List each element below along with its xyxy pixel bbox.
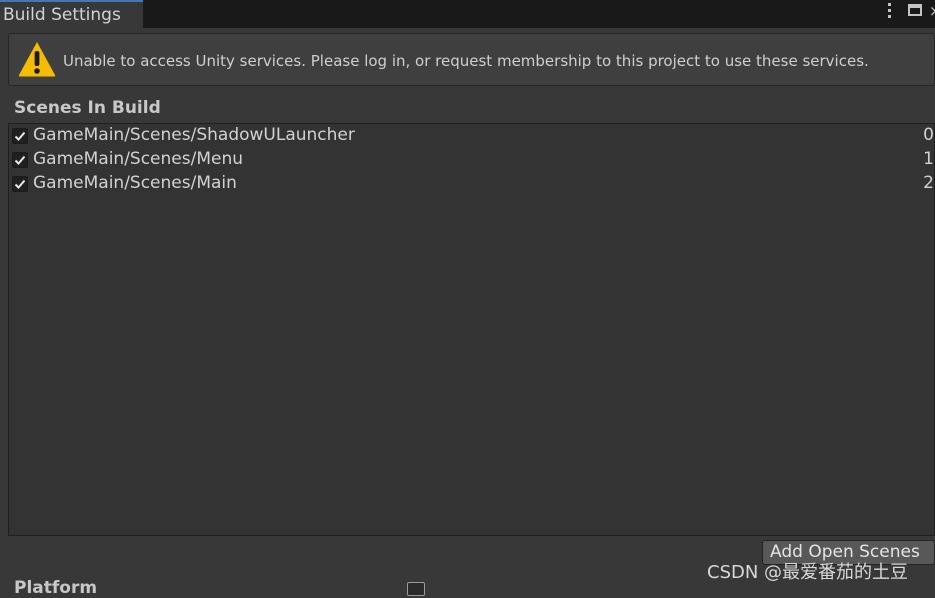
warning-icon (18, 42, 56, 77)
tab-build-settings[interactable]: Build Settings (0, 0, 143, 28)
scene-path: GameMain/Scenes/Menu (33, 149, 244, 169)
checkmark-icon (14, 155, 26, 165)
scene-row[interactable]: GameMain/Scenes/ShadowULauncher 0 (9, 124, 934, 148)
scenes-in-build-title: Scenes In Build (14, 98, 161, 118)
scene-index: 2 (923, 173, 934, 193)
more-vert-icon[interactable] (884, 3, 894, 21)
scene-path: GameMain/Scenes/ShadowULauncher (33, 125, 355, 145)
scene-row[interactable]: GameMain/Scenes/Main 2 (9, 172, 934, 196)
scene-row[interactable]: GameMain/Scenes/Menu 1 (9, 148, 934, 172)
scene-path: GameMain/Scenes/Main (33, 173, 237, 193)
scene-checkbox[interactable] (12, 128, 28, 144)
scene-checkbox[interactable] (12, 152, 28, 168)
watermark: CSDN @最爱番茄的土豆 (707, 562, 909, 583)
tab-bar: Build Settings × (0, 0, 935, 28)
help-message: Unable to access Unity services. Please … (63, 52, 869, 70)
checkmark-icon (14, 179, 26, 189)
tab-title: Build Settings (3, 5, 121, 25)
scene-index: 1 (923, 149, 934, 169)
scene-checkbox[interactable] (12, 176, 28, 192)
platform-title: Platform (14, 578, 98, 598)
scene-list[interactable]: GameMain/Scenes/ShadowULauncher 0 GameMa… (8, 123, 935, 536)
platform-option-checkbox[interactable] (407, 582, 425, 596)
scene-index: 0 (923, 125, 934, 145)
help-box: Unable to access Unity services. Please … (8, 33, 935, 86)
close-icon[interactable]: × (929, 2, 935, 20)
checkmark-icon (14, 131, 26, 141)
maximize-icon[interactable] (908, 4, 922, 16)
